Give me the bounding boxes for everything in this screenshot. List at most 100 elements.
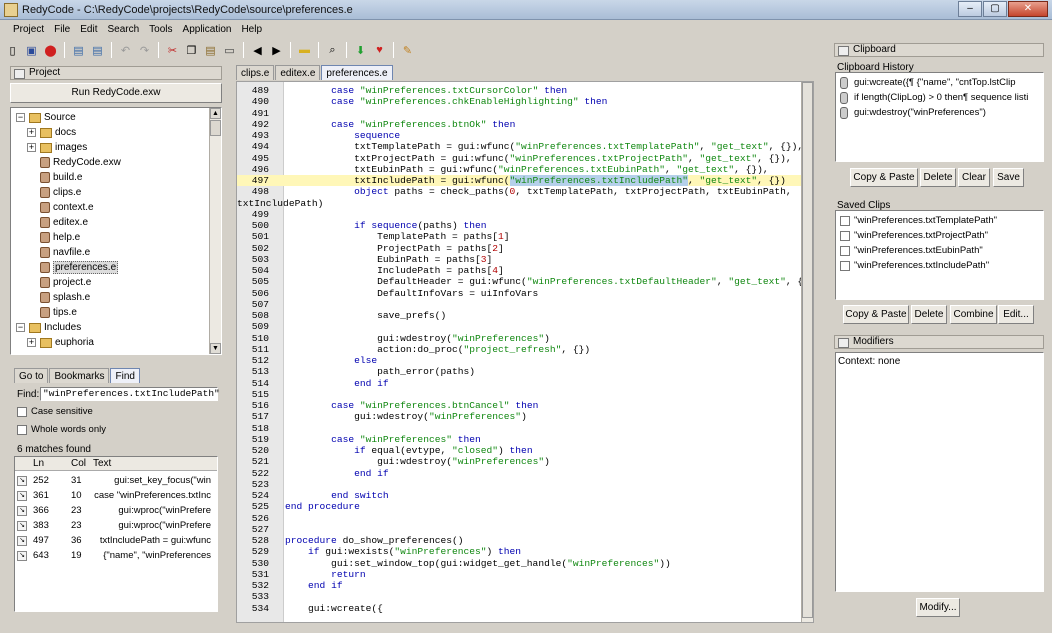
history-save-button[interactable]: Save [993,168,1024,187]
edit-icon[interactable]: ✎ [399,42,416,59]
scroll-down-arrow[interactable]: ▼ [210,343,221,354]
col-col[interactable]: Col [71,458,86,469]
tree-item[interactable]: − Includes [16,320,81,335]
result-jump-icon: ↘ [17,490,27,501]
tab-preferences[interactable]: preferences.e [321,65,393,80]
menu-file[interactable]: File [49,21,75,38]
table-row[interactable]: ↘ 497 36 txtIncludePath = gui:wfunc [17,533,217,548]
saved-clip-item[interactable]: "winPreferences.txtIncludePath" [840,258,989,273]
whole-words-option[interactable]: Whole words only [17,422,106,437]
expand-toggle-icon[interactable]: − [16,113,25,122]
minimize-button[interactable]: – [958,1,982,17]
clip-checkbox[interactable] [840,245,850,256]
close-file-icon[interactable]: ⬤ [42,42,59,59]
whole-words-checkbox[interactable] [17,424,27,435]
history-clear-button[interactable]: Clear [958,168,990,187]
find-input[interactable]: "winPreferences.txtIncludePath" [40,387,220,401]
table-row[interactable]: ↘ 383 23 gui:wproc("winPrefere [17,518,217,533]
paste-icon[interactable]: ▤ [202,42,219,59]
case-sensitive-checkbox[interactable] [17,406,27,417]
menu-search[interactable]: Search [102,21,144,38]
case-sensitive-option[interactable]: Case sensitive [17,404,93,419]
close-button[interactable]: ✕ [1008,1,1048,17]
modify-button[interactable]: Modify... [916,598,960,617]
tree-item[interactable]: help.e [27,230,80,245]
scroll-up-arrow[interactable]: ▲ [210,108,221,119]
find-icon[interactable]: ⌕ [324,42,341,59]
tree-item[interactable]: navfile.e [27,245,90,260]
menu-application[interactable]: Application [178,21,237,38]
col-ln[interactable]: Ln [33,458,44,469]
menu-tools[interactable]: Tools [144,21,177,38]
run-icon[interactable]: ⬇ [352,42,369,59]
tree-item[interactable]: editex.e [27,215,88,230]
tree-item[interactable]: + images [27,140,87,155]
tab-goto[interactable]: Go to [14,368,49,383]
saved-edit-button[interactable]: Edit... [998,305,1034,324]
tree-item-label: preferences.e [53,261,119,274]
clip-checkbox[interactable] [840,230,850,241]
expand-toggle-icon[interactable]: + [27,143,36,152]
saved-copy-paste-button[interactable]: Copy & Paste [843,305,909,324]
save-icon[interactable]: ▣ [23,42,40,59]
tree-item[interactable]: project.e [27,275,91,290]
expand-toggle-icon[interactable]: + [27,128,36,137]
maximize-button[interactable]: ▢ [983,1,1007,17]
export-icon[interactable]: ▤ [89,42,106,59]
forward-icon[interactable]: ▶ [268,42,285,59]
history-item[interactable]: gui:wcreate({¶ {"name", "cntTop.lstClip [840,75,1040,90]
history-delete-button[interactable]: Delete [920,168,956,187]
saved-clip-item[interactable]: "winPreferences.txtEubinPath" [840,243,983,258]
tree-item[interactable]: tips.e [27,305,77,320]
tree-item[interactable]: preferences.e [27,260,119,275]
history-copy-paste-button[interactable]: Copy & Paste [850,168,918,187]
code-line: 518 [237,423,803,434]
tab-editex[interactable]: editex.e [275,65,321,80]
tree-item[interactable]: splash.e [27,290,90,305]
copy-icon[interactable]: ❐ [183,42,200,59]
code-editor[interactable]: 489 case "winPreferences.txtCursorColor"… [236,81,814,623]
expand-toggle-icon[interactable]: + [27,338,36,347]
tab-clips[interactable]: clips.e [236,65,275,80]
table-row[interactable]: ↘ 366 23 gui:wproc("winPrefere [17,503,217,518]
print-icon[interactable]: ▭ [221,42,238,59]
menu-help[interactable]: Help [236,21,267,38]
tree-item[interactable]: + docs [27,125,76,140]
saved-delete-button[interactable]: Delete [911,305,947,324]
history-item[interactable]: gui:wdestroy("winPreferences") [840,105,1040,120]
col-text[interactable]: Text [93,458,111,469]
cut-icon[interactable]: ✂ [164,42,181,59]
history-item[interactable]: if length(ClipLog) > 0 then¶ sequence li… [840,90,1040,105]
saved-combine-button[interactable]: Combine [950,305,997,324]
file-icon [40,292,50,303]
favorite-heart-icon[interactable]: ♥ [371,42,388,59]
menu-project[interactable]: Project [8,21,49,38]
code-text: case "winPreferences" then [331,433,481,445]
tab-find[interactable]: Find [110,368,140,383]
saved-clip-item[interactable]: "winPreferences.txtProjectPath" [840,228,988,243]
saved-clip-item[interactable]: "winPreferences.txtTemplatePath" [840,213,997,228]
table-row[interactable]: ↘ 361 10 case "winPreferences.txtInc [17,488,217,503]
tree-item[interactable]: RedyCode.exw [27,155,121,170]
note-icon[interactable]: ▬ [296,42,313,59]
new-file-icon[interactable]: ▯ [4,42,21,59]
tree-item[interactable]: build.e [27,170,82,185]
scroll-thumb[interactable] [210,120,221,136]
table-row[interactable]: ↘ 252 31 gui:set_key_focus("win [17,473,217,488]
editor-scroll-track[interactable] [802,82,813,618]
import-icon[interactable]: ▤ [70,42,87,59]
run-project-button[interactable]: Run RedyCode.exw [10,83,222,103]
redo-icon[interactable]: ↷ [136,42,153,59]
menu-edit[interactable]: Edit [75,21,102,38]
undo-icon[interactable]: ↶ [117,42,134,59]
tab-bookmarks[interactable]: Bookmarks [49,368,110,383]
back-icon[interactable]: ◀ [249,42,266,59]
clip-checkbox[interactable] [840,260,850,271]
table-row[interactable]: ↘ 643 19 {"name", "winPreferences [17,548,217,563]
expand-toggle-icon[interactable]: − [16,323,25,332]
tree-item[interactable]: context.e [27,200,94,215]
tree-item[interactable]: clips.e [27,185,81,200]
tree-item[interactable]: − Source [16,110,76,125]
tree-item[interactable]: + euphoria [27,335,94,350]
clip-checkbox[interactable] [840,215,850,226]
